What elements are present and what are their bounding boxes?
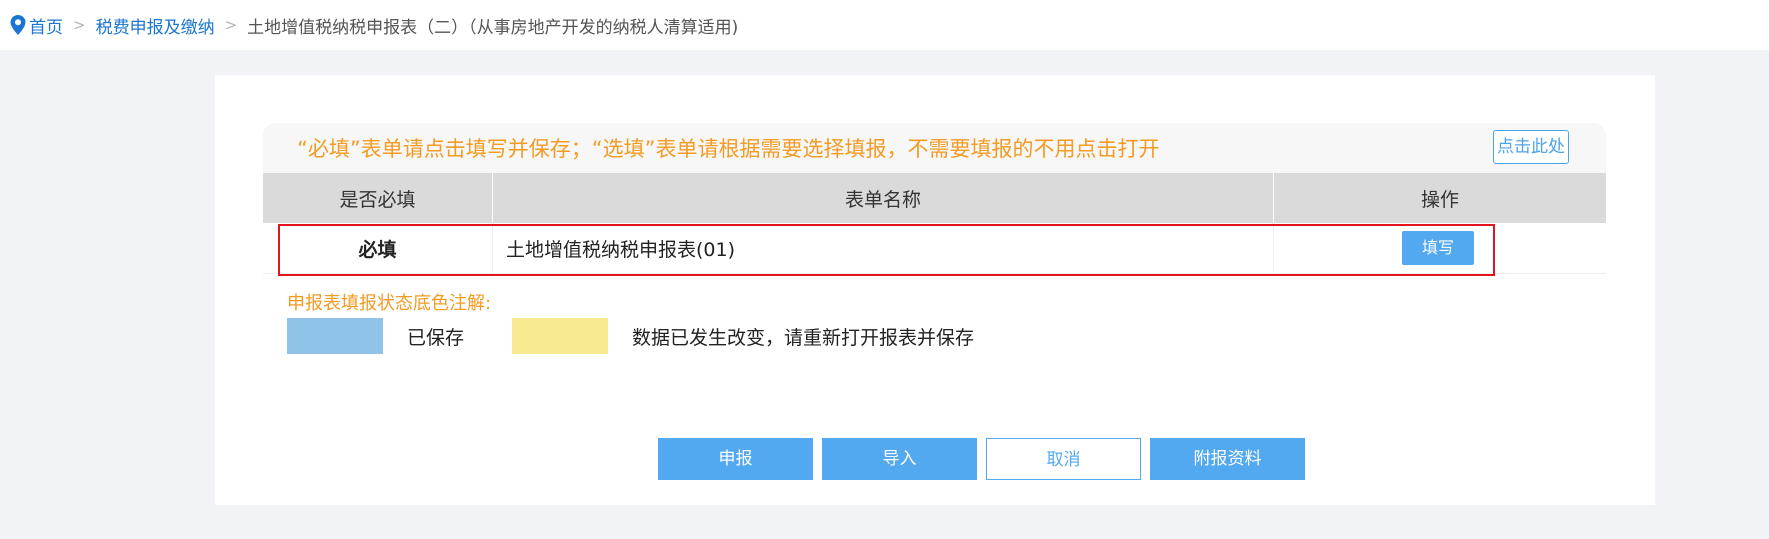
header-action: 操作 [1273, 173, 1606, 223]
forms-table: 是否必填 表单名称 操作 必填 土地增值税纳税申报表(01) 填写 [263, 173, 1606, 274]
action-buttons: 申报 导入 取消 附报资料 [658, 438, 1305, 480]
click-here-button[interactable]: 点击此处 [1493, 130, 1569, 164]
location-pin-icon [10, 15, 26, 35]
legend: 已保存 数据已发生改变，请重新打开报表并保存 [287, 318, 974, 354]
form-list-panel: “必填”表单请点击填写并保存；“选填”表单请根据需要选择填报，不需要填报的不用点… [263, 123, 1606, 480]
cancel-button[interactable]: 取消 [986, 438, 1141, 480]
notice-text: “必填”表单请点击填写并保存；“选填”表单请根据需要选择填报，不需要填报的不用点… [297, 137, 1160, 161]
table-header-row: 是否必填 表单名称 操作 [263, 173, 1606, 223]
saved-label: 已保存 [407, 326, 465, 349]
main-card: “必填”表单请点击填写并保存；“选填”表单请根据需要选择填报，不需要填报的不用点… [215, 75, 1655, 505]
header-required: 是否必填 [263, 173, 493, 223]
form-name-cell: 土地增值税纳税申报表(01) [492, 223, 1274, 274]
legend-title: 申报表填报状态底色注解: [287, 293, 492, 314]
notice-bar: “必填”表单请点击填写并保存；“选填”表单请根据需要选择填报，不需要填报的不用点… [263, 123, 1606, 173]
submit-button[interactable]: 申报 [658, 438, 813, 480]
action-cell: 填写 [1273, 223, 1606, 274]
breadcrumb-separator: > [73, 16, 86, 34]
breadcrumb-home-link[interactable]: 首页 [29, 13, 63, 38]
header-form-name: 表单名称 [492, 173, 1274, 223]
breadcrumb-tax-filing-link[interactable]: 税费申报及缴纳 [96, 13, 215, 38]
breadcrumb: 首页 > 税费申报及缴纳 > 土地增值税纳税申报表（二）（从事房地产开发的纳税人… [0, 13, 738, 38]
import-button[interactable]: 导入 [822, 438, 977, 480]
changed-color-swatch [512, 318, 609, 354]
table-row: 必填 土地增值税纳税申报表(01) 填写 [263, 223, 1606, 274]
changed-label: 数据已发生改变，请重新打开报表并保存 [632, 326, 975, 349]
attachments-button[interactable]: 附报资料 [1150, 438, 1305, 480]
top-bar: 首页 > 税费申报及缴纳 > 土地增值税纳税申报表（二）（从事房地产开发的纳税人… [0, 0, 1769, 50]
required-cell: 必填 [263, 223, 493, 274]
breadcrumb-current: 土地增值税纳税申报表（二）（从事房地产开发的纳税人清算适用) [247, 17, 739, 38]
breadcrumb-separator: > [224, 16, 238, 34]
saved-color-swatch [287, 318, 383, 354]
fill-button[interactable]: 填写 [1402, 231, 1474, 265]
